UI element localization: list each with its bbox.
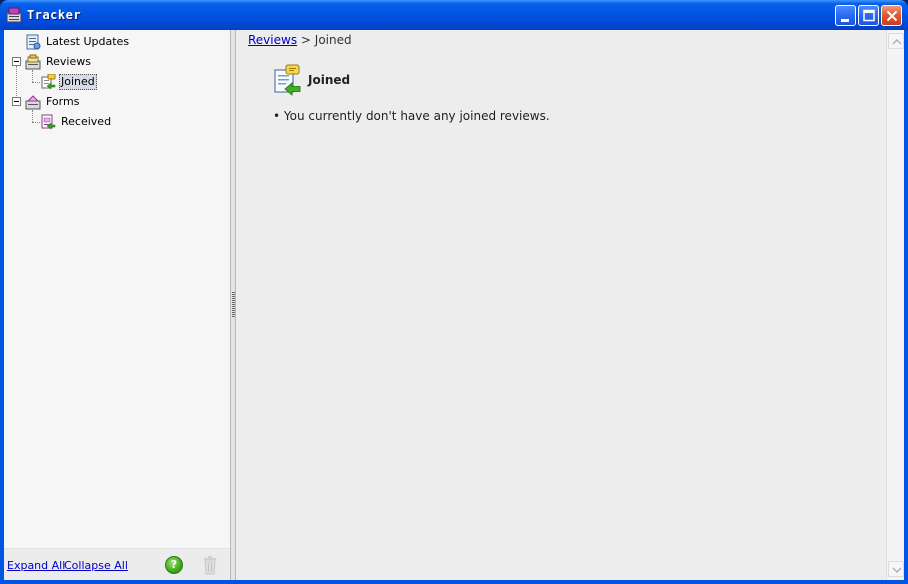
collapse-all-link[interactable]: Collapse All [64,559,128,572]
close-button[interactable] [881,5,902,26]
tree-item-label: Forms [46,95,80,108]
reviews-collapse-toggle[interactable] [12,57,21,66]
close-icon [886,10,898,22]
tree-item-joined[interactable]: Joined [40,73,97,91]
navigation-pane: Latest Updates Reviews Joined Forms Rece… [4,30,230,580]
empty-state-message: • You currently don't have any joined re… [273,109,550,123]
help-button[interactable]: ? [165,556,183,574]
breadcrumb: Reviews > Joined [248,33,352,47]
maximize-button[interactable] [858,5,879,26]
received-form-icon [41,114,56,130]
tree-connector [32,110,33,122]
tree-item-label: Latest Updates [46,35,130,48]
tree-item-label: Joined [59,74,97,90]
minimize-button[interactable] [835,5,856,26]
reviews-folder-icon [25,54,41,70]
tracker-app-icon [6,7,22,23]
tree-item-latest-updates[interactable]: Latest Updates [25,33,131,51]
vertical-scrollbar[interactable] [886,30,904,580]
splitter-grip[interactable] [232,292,235,318]
scroll-up-button[interactable] [888,33,904,49]
tree-item-label: Received [61,115,112,128]
bullet-glyph: • [273,109,281,123]
expand-all-link[interactable]: Expand All [7,559,65,572]
chevron-up-icon [892,38,902,45]
client-area: Latest Updates Reviews Joined Forms Rece… [4,30,904,580]
tree-connector [32,82,40,83]
help-icon: ? [170,558,178,571]
tree-item-label: Reviews [46,55,91,68]
breadcrumb-current: Joined [314,33,352,47]
content-pane: Reviews > Joined Joined • You currently … [236,30,886,580]
navigation-tree: Latest Updates Reviews Joined Forms Rece… [4,30,230,548]
joined-review-icon [41,74,56,90]
chevron-down-icon [892,567,902,574]
section-title: Joined [308,73,351,87]
tree-item-forms[interactable]: Forms [25,93,81,111]
tree-footer: Expand All Collapse All ? [4,548,230,580]
trash-icon[interactable] [202,555,218,575]
tree-item-received[interactable]: Received [40,113,113,131]
forms-folder-icon [25,95,41,110]
forms-collapse-toggle[interactable] [12,97,21,106]
tree-connector [32,122,40,123]
empty-state-text: You currently don't have any joined revi… [283,109,550,123]
title-bar[interactable]: Tracker [0,0,908,30]
maximize-icon [863,9,875,22]
tracker-window: Tracker Latest Updates Reviews Joined Fo… [0,0,908,584]
latest-updates-icon [26,34,41,50]
scroll-down-button[interactable] [888,561,904,577]
tree-connector [32,70,33,82]
breadcrumb-separator: > [300,33,311,47]
tree-item-reviews[interactable]: Reviews [25,53,93,71]
joined-reviews-icon [274,64,301,96]
minimize-icon [841,19,849,22]
window-title: Tracker [27,8,82,22]
breadcrumb-reviews-link[interactable]: Reviews [248,33,297,47]
